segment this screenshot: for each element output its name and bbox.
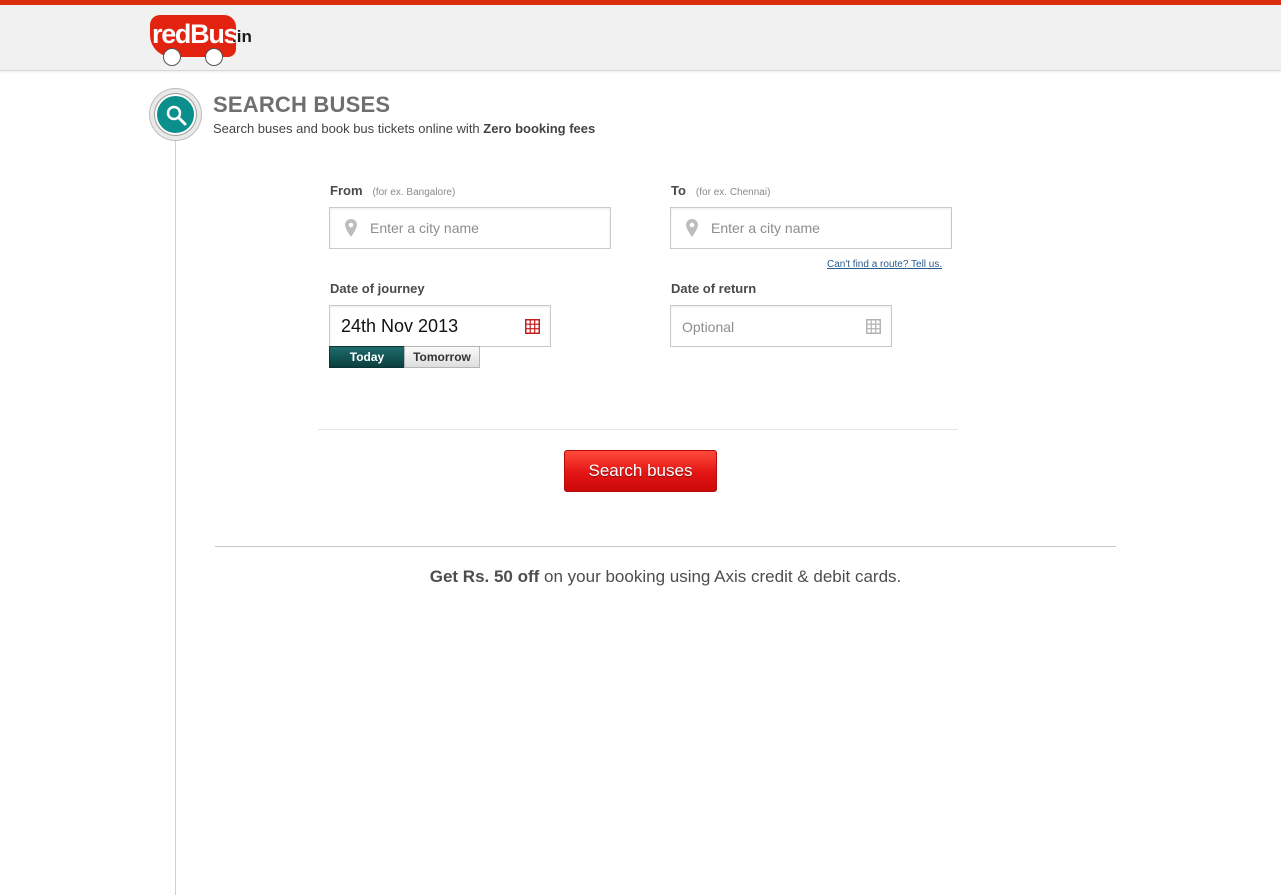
from-hint: (for ex. Bangalore) [372, 187, 456, 198]
from-label: From (for ex. Bangalore) [330, 183, 456, 198]
form-divider [318, 429, 958, 430]
promo-highlight: Get Rs. 50 off [429, 567, 540, 586]
page-subtitle: Search buses and book bus tickets online… [213, 121, 596, 136]
logo-wheel [206, 49, 222, 65]
today-button[interactable]: Today [329, 346, 405, 368]
journey-date-value: 24th Nov 2013 [341, 316, 459, 336]
return-date-field[interactable]: Optional [670, 305, 892, 347]
logo-suffix: .in [232, 27, 252, 46]
return-date-label: Date of return [671, 281, 757, 296]
cant-find-route-link[interactable]: Can't find a route? Tell us. [827, 259, 942, 270]
search-badge [149, 88, 202, 141]
to-hint: (for ex. Chennai) [695, 187, 771, 198]
logo-wheel [164, 49, 180, 65]
redbus-logo[interactable]: redBus .in [148, 11, 258, 67]
from-input[interactable] [370, 208, 602, 248]
calendar-icon[interactable] [866, 319, 881, 334]
timeline-line [175, 138, 176, 895]
section-divider [215, 546, 1116, 547]
page-title: SEARCH BUSES [213, 92, 391, 117]
map-pin-icon [345, 219, 357, 237]
journey-date-label: Date of journey [330, 281, 425, 296]
return-date-placeholder: Optional [682, 319, 735, 335]
to-input[interactable] [711, 208, 943, 248]
zero-fees-highlight: Zero booking fees [483, 121, 596, 136]
axis-promo-text: Get Rs. 50 off on your booking using Axi… [429, 567, 902, 586]
to-field[interactable] [670, 207, 952, 249]
journey-date-field[interactable]: 24th Nov 2013 [329, 305, 551, 347]
to-label: To (for ex. Chennai) [671, 183, 771, 198]
map-pin-icon [686, 219, 698, 237]
tomorrow-button[interactable]: Tomorrow [404, 346, 480, 368]
search-icon [166, 105, 187, 126]
from-field[interactable] [329, 207, 611, 249]
site-header: redBus .in [0, 5, 1281, 71]
calendar-icon[interactable] [525, 319, 540, 334]
search-buses-button[interactable]: Search buses [564, 450, 717, 492]
logo-text: redBus [152, 19, 239, 49]
